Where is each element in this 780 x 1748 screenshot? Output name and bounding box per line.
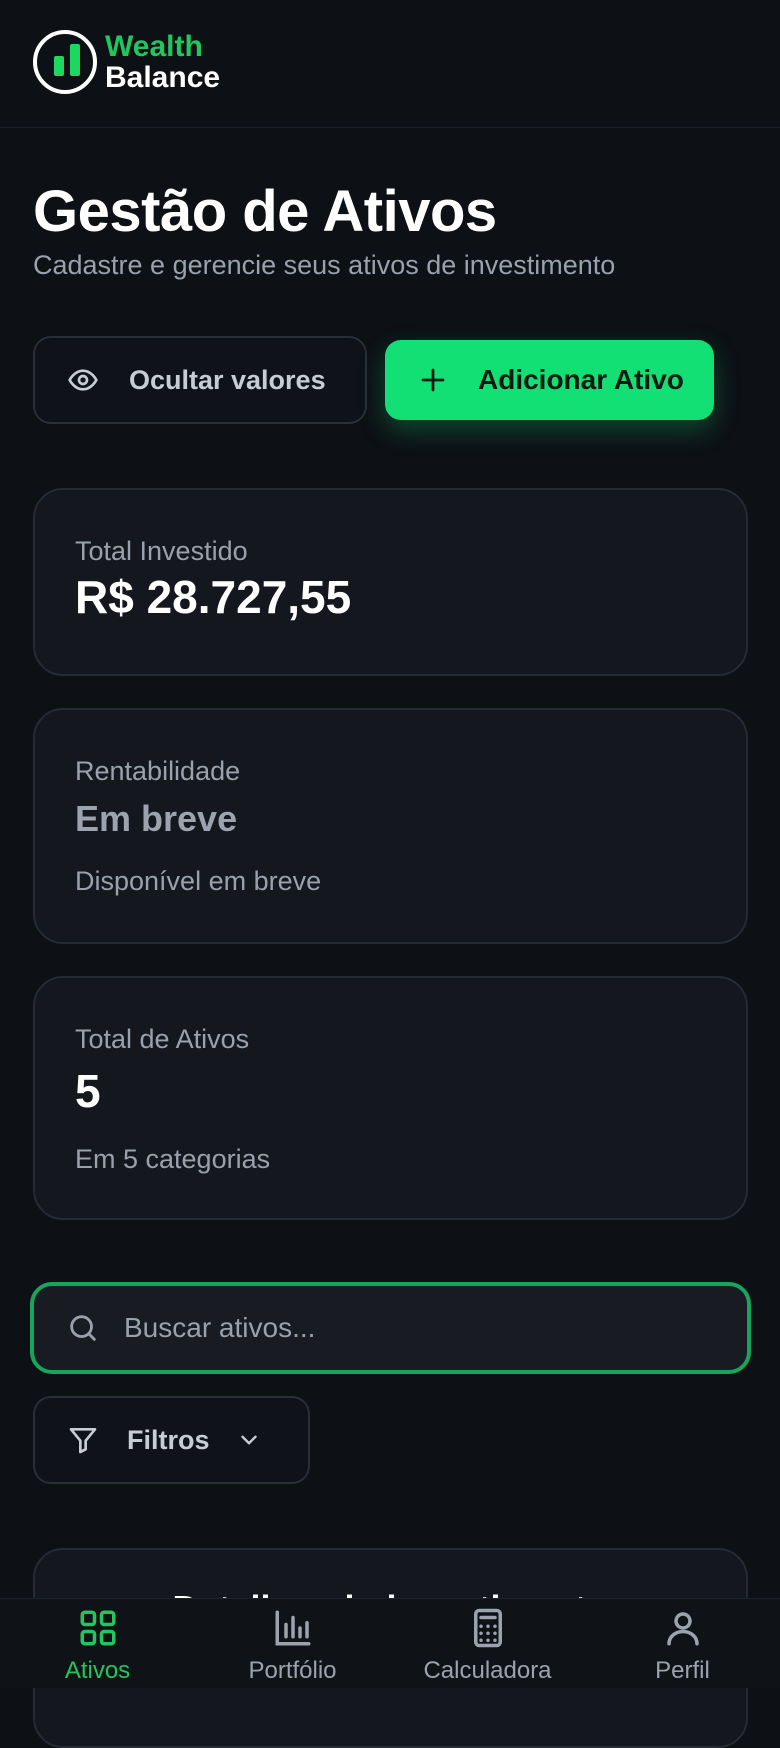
bottom-nav: Ativos Portfólio Calculadora Perfil: [0, 1598, 780, 1688]
logo-text-line2: Balance: [105, 61, 221, 94]
search-box[interactable]: [30, 1282, 751, 1374]
nav-label: Perfil: [655, 1657, 710, 1684]
user-icon: [666, 1612, 699, 1646]
logo-text: Wealth Balance: [105, 31, 220, 93]
nav-item-ativos[interactable]: Ativos: [0, 1599, 195, 1688]
nav-item-perfil[interactable]: Perfil: [585, 1599, 780, 1688]
add-asset-button[interactable]: Adicionar Ativo: [385, 340, 714, 420]
total-invested-card: Total Investido R$ 28.727,55: [33, 488, 748, 676]
nav-label: Ativos: [64, 1657, 131, 1684]
filters-label: Filtros: [127, 1424, 210, 1455]
page-title: Gestão de Ativos: [33, 179, 497, 244]
app-header: Wealth Balance: [0, 0, 780, 128]
nav-item-portfolio[interactable]: Portfólio: [195, 1599, 390, 1688]
add-asset-label: Adicionar Ativo: [478, 364, 684, 395]
page-subtitle: Cadastre e gerencie seus ativos de inves…: [33, 250, 616, 280]
chevron-down-icon: [240, 1435, 257, 1445]
plus-icon: [421, 368, 445, 392]
logo-bar: [54, 56, 64, 76]
bar-chart-icon: [275, 1610, 310, 1646]
total-assets-card: Total de Ativos 5 Em 5 categorias: [33, 976, 748, 1220]
hide-values-button[interactable]: Ocultar valores: [33, 336, 367, 424]
grid-icon: [80, 1610, 115, 1646]
logo-bars-icon: [33, 30, 97, 94]
search-input[interactable]: [122, 1311, 682, 1345]
filter-icon: [69, 1428, 97, 1454]
logo[interactable]: Wealth Balance: [33, 30, 220, 94]
total-invested-label: Total Investido: [75, 536, 248, 566]
return-card: Rentabilidade Em breve Disponível em bre…: [33, 708, 748, 944]
logo-text-line1: Wealth: [105, 30, 203, 63]
total-invested-value: R$ 28.727,55: [75, 571, 352, 623]
eye-icon: [68, 369, 98, 391]
hide-values-label: Ocultar valores: [129, 364, 326, 395]
return-value: Em breve: [75, 798, 238, 839]
filters-button[interactable]: Filtros: [33, 1396, 310, 1484]
logo-bar: [70, 44, 80, 76]
nav-item-calculadora[interactable]: Calculadora: [390, 1599, 585, 1688]
return-label: Rentabilidade: [75, 756, 241, 786]
total-assets-value: 5: [75, 1065, 101, 1117]
total-assets-note: Em 5 categorias: [75, 1144, 271, 1174]
nav-label: Calculadora: [423, 1657, 552, 1684]
calculator-icon: [473, 1608, 502, 1648]
search-icon: [70, 1315, 96, 1341]
return-note: Disponível em breve: [75, 866, 322, 896]
total-assets-label: Total de Ativos: [75, 1024, 250, 1054]
nav-label: Portfólio: [248, 1657, 337, 1684]
